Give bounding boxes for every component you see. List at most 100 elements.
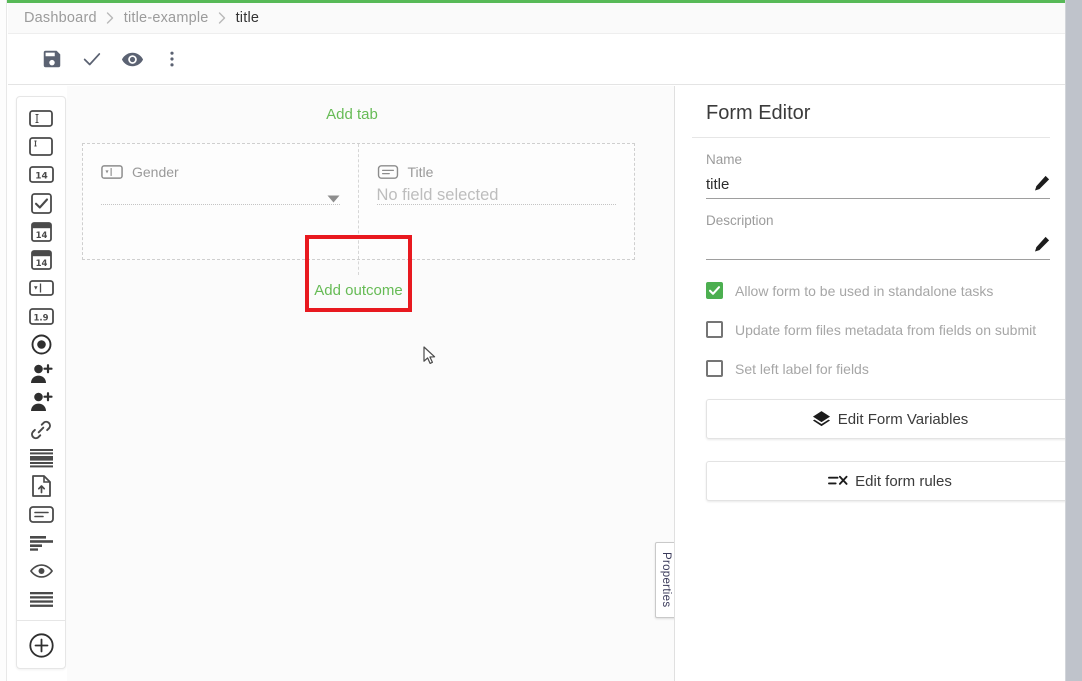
palette-item-attach-file[interactable] xyxy=(21,472,61,500)
description-field-group: Description xyxy=(692,213,1050,260)
file-upload-icon xyxy=(32,475,51,497)
svg-text:14: 14 xyxy=(35,231,47,241)
properties-tab-label: Properties xyxy=(660,552,672,607)
add-tab-link[interactable]: Add tab xyxy=(67,106,637,123)
eye-icon xyxy=(121,48,144,71)
datetime-icon: 14 xyxy=(31,249,52,270)
checkbox-left-label[interactable]: Set left label for fields xyxy=(692,360,1050,377)
panel-title: Form Editor xyxy=(692,86,1050,138)
add-outcome-link[interactable]: Add outcome xyxy=(314,282,402,308)
palette-item-dynamic-table[interactable] xyxy=(21,444,61,472)
display-value-icon xyxy=(377,165,399,179)
form-field-gender-label: Gender xyxy=(132,164,179,180)
description-label: Description xyxy=(706,213,1050,228)
name-label: Name xyxy=(706,152,1050,167)
rules-icon xyxy=(828,472,848,491)
display-value-icon xyxy=(29,506,54,523)
window-left-edge xyxy=(0,0,7,681)
check-icon xyxy=(81,48,103,70)
checkbox-allow-standalone[interactable]: Allow form to be used in standalone task… xyxy=(692,282,1050,299)
link-icon xyxy=(30,419,52,441)
dropdown-caret-icon[interactable] xyxy=(327,190,340,208)
form-field-title[interactable]: Title xyxy=(377,162,617,182)
checkbox-allow-standalone-label: Allow form to be used in standalone task… xyxy=(735,283,993,299)
editor-toolbar xyxy=(8,34,1066,85)
amount-icon: 1.9 xyxy=(29,308,54,325)
checkbox-left-label-label: Set left label for fields xyxy=(735,361,869,377)
form-field-title-value: No field selected xyxy=(377,186,499,205)
plus-circle-icon xyxy=(29,633,54,663)
palette-item-display-value[interactable] xyxy=(21,501,61,529)
palette-item-amount[interactable]: 1.9 xyxy=(21,302,61,330)
app-root: Dashboard title-example title xyxy=(0,0,1082,681)
form-field-gender[interactable]: Gender xyxy=(101,162,340,182)
chevron-right-icon xyxy=(106,12,115,24)
person-add-icon xyxy=(30,391,53,412)
layers-icon xyxy=(812,410,831,429)
edit-description-pencil-icon[interactable] xyxy=(1034,236,1050,252)
palette-item-multiline-text[interactable] xyxy=(21,132,61,160)
date-icon: 14 xyxy=(31,221,52,242)
edit-name-pencil-icon[interactable] xyxy=(1034,175,1050,191)
properties-tab[interactable]: Properties xyxy=(655,542,675,618)
number-field-icon: 14 xyxy=(29,166,54,183)
name-value[interactable]: title xyxy=(706,171,1050,199)
palette-divider xyxy=(17,620,65,621)
edit-form-rules-button[interactable]: Edit form rules xyxy=(706,461,1074,501)
palette-item-checkbox[interactable] xyxy=(21,189,61,217)
text-field-icon xyxy=(29,110,53,127)
display-text-icon xyxy=(30,536,53,551)
person-add-icon xyxy=(30,363,53,384)
breadcrumb-item-dashboard[interactable]: Dashboard xyxy=(24,10,97,26)
checkbox-update-metadata[interactable]: Update form files metadata from fields o… xyxy=(692,321,1050,338)
palette-add-button[interactable] xyxy=(21,629,61,668)
checkbox-icon xyxy=(31,193,52,214)
palette-item-text[interactable] xyxy=(21,104,61,132)
checkbox-left-label-box[interactable] xyxy=(706,360,723,377)
breadcrumb: Dashboard title-example title xyxy=(8,3,1066,34)
svg-text:14: 14 xyxy=(35,259,47,269)
form-field-gender-underline xyxy=(101,204,340,205)
palette-item-hyperlink[interactable] xyxy=(21,416,61,444)
edit-form-rules-label: Edit form rules xyxy=(855,473,952,490)
palette-item-display-text[interactable] xyxy=(21,529,61,557)
edit-form-variables-label: Edit Form Variables xyxy=(838,411,969,428)
checkbox-allow-standalone-box[interactable] xyxy=(706,282,723,299)
validate-button[interactable] xyxy=(72,39,112,79)
save-icon xyxy=(41,48,63,70)
description-value[interactable] xyxy=(706,232,1050,260)
mouse-cursor xyxy=(423,346,437,365)
palette-item-number[interactable]: 14 xyxy=(21,161,61,189)
palette-item-visibility[interactable] xyxy=(21,557,61,585)
save-button[interactable] xyxy=(32,39,72,79)
table-icon xyxy=(30,449,53,468)
palette-item-dropdown[interactable] xyxy=(21,274,61,302)
palette-item-header[interactable] xyxy=(21,586,61,614)
form-field-title-underline xyxy=(377,204,617,205)
eye-icon xyxy=(30,563,53,579)
more-options-button[interactable] xyxy=(152,39,192,79)
radio-button-icon xyxy=(31,334,52,355)
dropdown-icon xyxy=(29,280,54,296)
svg-text:1.9: 1.9 xyxy=(33,313,48,323)
multiline-text-icon xyxy=(29,137,53,156)
form-canvas: Add tab Gender T xyxy=(67,86,675,681)
breadcrumb-item-title[interactable]: title xyxy=(236,10,260,26)
dropdown-icon xyxy=(101,165,123,179)
palette-item-date[interactable]: 14 xyxy=(21,217,61,245)
palette-item-group-of-people[interactable] xyxy=(21,387,61,415)
palette-item-datetime[interactable]: 14 xyxy=(21,246,61,274)
window-right-edge[interactable] xyxy=(1066,0,1082,681)
chevron-right-icon xyxy=(218,12,227,24)
add-outcome-highlight: Add outcome xyxy=(305,235,412,312)
form-editor-panel: Form Editor Name title Description Allow… xyxy=(676,86,1066,681)
checkbox-update-metadata-label: Update form files metadata from fields o… xyxy=(735,322,1036,338)
checkbox-update-metadata-box[interactable] xyxy=(706,321,723,338)
breadcrumb-item-title-example[interactable]: title-example xyxy=(124,10,209,26)
preview-button[interactable] xyxy=(112,39,152,79)
palette-item-people[interactable] xyxy=(21,359,61,387)
name-field-group: Name title xyxy=(692,152,1050,199)
lines-icon xyxy=(30,592,53,607)
edit-form-variables-button[interactable]: Edit Form Variables xyxy=(706,399,1074,439)
palette-item-radio[interactable] xyxy=(21,331,61,359)
